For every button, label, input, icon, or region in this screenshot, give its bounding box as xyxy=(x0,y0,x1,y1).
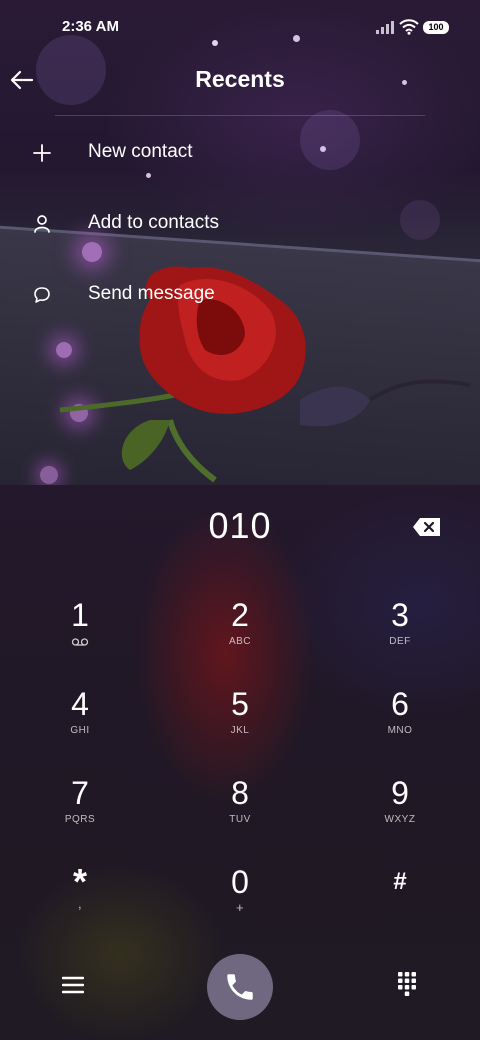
key-digit: 2 xyxy=(231,597,249,633)
key-letters: ABC xyxy=(228,636,252,647)
menu-add-to-contacts[interactable]: Add to contacts xyxy=(0,194,480,254)
key-8[interactable]: 8 TUV xyxy=(180,775,300,855)
backspace-icon[interactable] xyxy=(412,517,442,537)
key-digit: 5 xyxy=(231,686,249,722)
key-digit: # xyxy=(393,868,407,895)
signal-icon xyxy=(376,21,394,34)
key-hash[interactable]: # xyxy=(340,864,460,944)
menu-item-label: Send message xyxy=(88,283,215,304)
key-digit: 6 xyxy=(391,686,409,722)
status-time: 2:36 AM xyxy=(62,18,119,35)
person-icon xyxy=(34,215,50,233)
key-digit: 1 xyxy=(71,597,89,633)
dialed-number[interactable]: 010 xyxy=(0,505,480,547)
key-letters: JKL xyxy=(230,725,250,736)
key-9[interactable]: 9 WXYZ xyxy=(340,775,460,855)
voicemail-icon xyxy=(71,638,89,646)
page-title: Recents xyxy=(195,66,285,92)
key-digit: 9 xyxy=(391,775,409,811)
battery-icon: 100 xyxy=(423,21,449,34)
key-6[interactable]: 6 MNO xyxy=(340,686,460,766)
menu-item-label: Add to contacts xyxy=(88,212,219,233)
key-digit: 8 xyxy=(231,775,249,811)
menu-icon[interactable] xyxy=(62,976,84,994)
key-letters: GHI xyxy=(70,725,90,736)
key-3[interactable]: 3 DEF xyxy=(340,597,460,677)
key-digit: 0 xyxy=(231,864,249,900)
dialpad-icon[interactable] xyxy=(398,972,416,996)
key-letters: TUV xyxy=(229,814,251,825)
key-digit: * xyxy=(72,861,87,902)
menu-item-label: New contact xyxy=(88,141,193,162)
menu-new-contact[interactable]: New contact xyxy=(0,123,480,183)
key-7[interactable]: 7 PQRS xyxy=(20,775,140,855)
key-letters: WXYZ xyxy=(384,814,416,825)
plus-icon xyxy=(33,144,51,162)
dialer-panel: 010 1 2 ABC 3 DEF 4 GHI 5 JKL 6 MNO 7 PQ… xyxy=(0,485,480,1040)
menu-send-message[interactable]: Send message xyxy=(0,265,480,325)
call-button[interactable] xyxy=(207,954,273,1020)
key-digit: 3 xyxy=(391,597,409,633)
key-letters: + xyxy=(235,900,245,915)
header-divider xyxy=(55,115,425,116)
key-letters: PQRS xyxy=(64,814,96,825)
key-1[interactable]: 1 xyxy=(20,597,140,677)
key-star[interactable]: * , xyxy=(20,864,140,944)
key-digit: 4 xyxy=(71,686,89,722)
key-4[interactable]: 4 GHI xyxy=(20,686,140,766)
status-bar: 2:36 AM 100 xyxy=(0,14,480,42)
key-0[interactable]: 0 + xyxy=(180,864,300,944)
key-2[interactable]: 2 ABC xyxy=(180,597,300,677)
wifi-icon xyxy=(399,19,419,35)
chat-bubble-icon xyxy=(34,287,50,303)
key-letters: DEF xyxy=(389,636,411,647)
key-5[interactable]: 5 JKL xyxy=(180,686,300,766)
key-letters: , xyxy=(77,896,83,911)
key-letters: MNO xyxy=(387,725,413,736)
key-digit: 7 xyxy=(71,775,89,811)
phone-icon xyxy=(227,974,253,1000)
